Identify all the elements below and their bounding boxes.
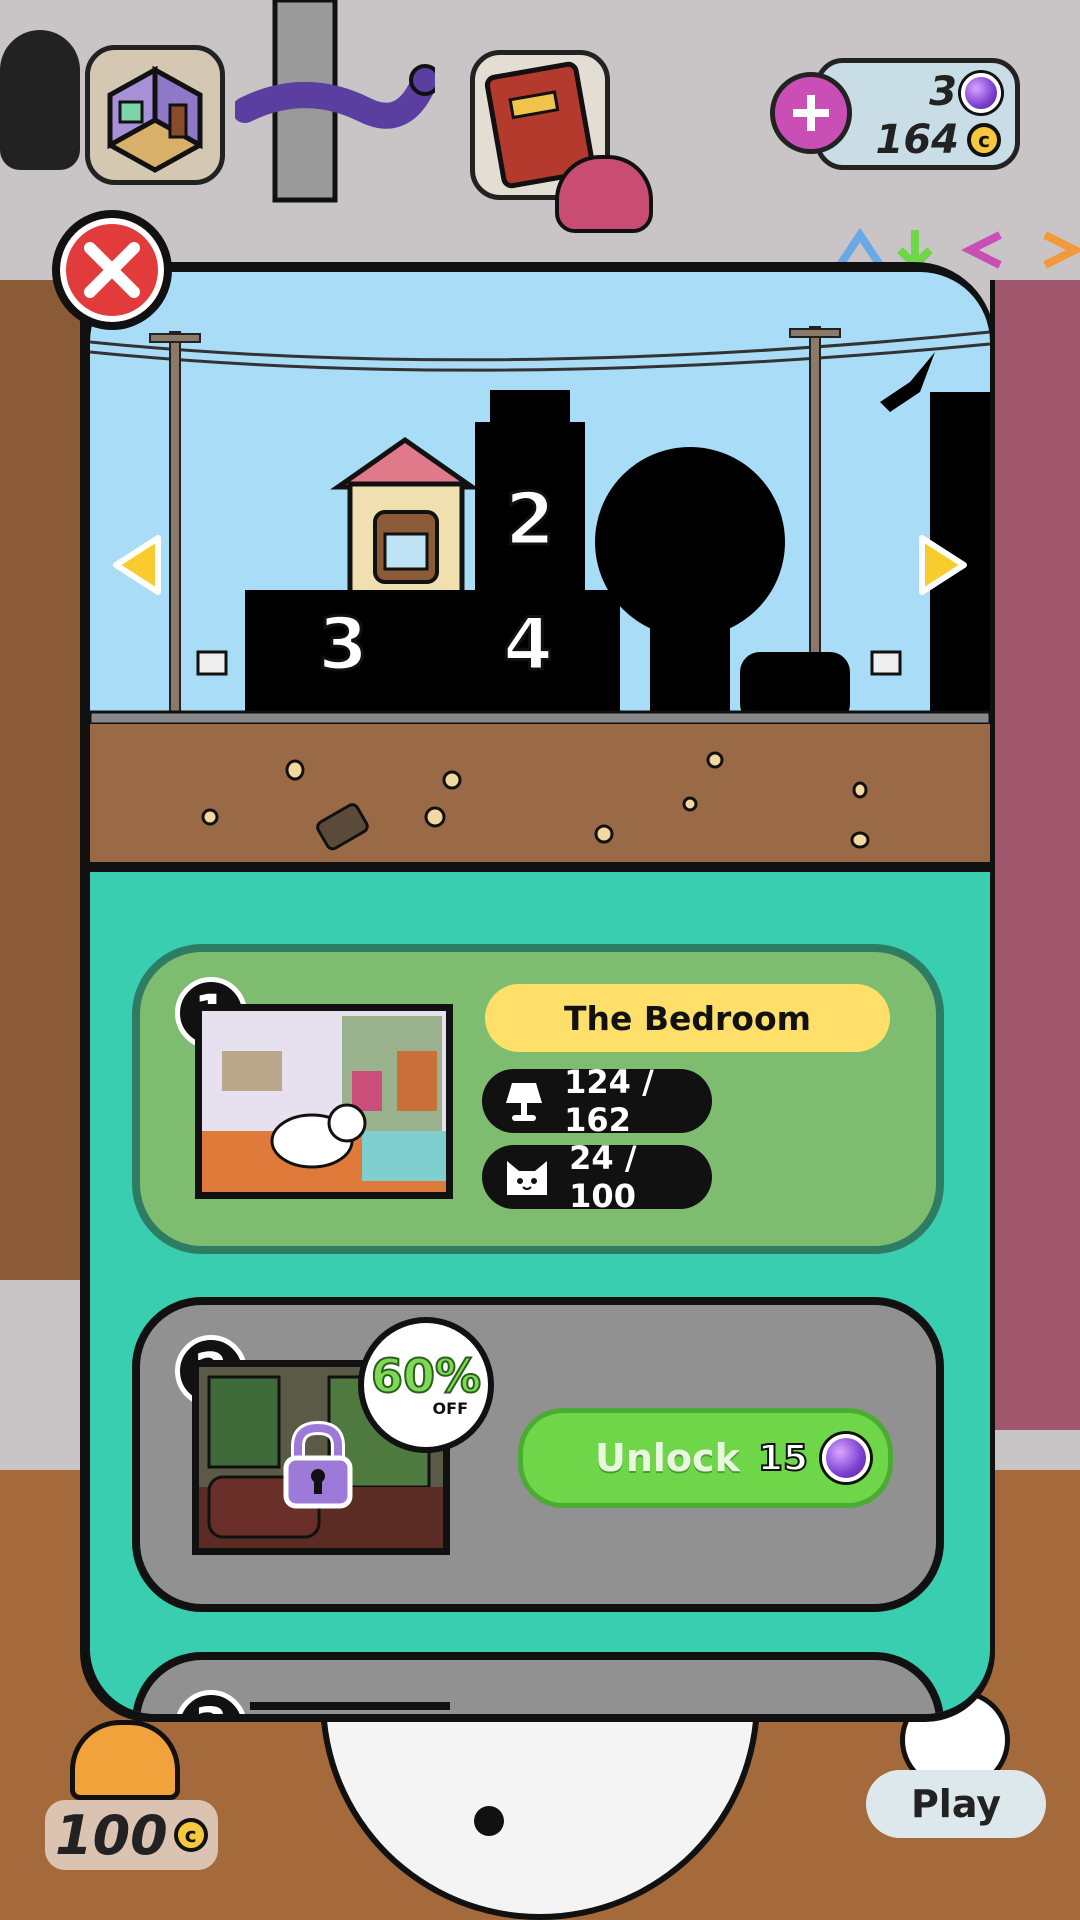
arrow-right-icon: [919, 535, 967, 595]
bowl-dot: [474, 1806, 504, 1836]
room-card-2[interactable]: 2 60% OFF Unlock 15: [132, 1297, 944, 1612]
left-shelf: [0, 280, 85, 1280]
snake-pipe-decoration: [232, 0, 441, 220]
gem-count: 3: [929, 69, 957, 115]
cat-face-icon: [502, 1152, 551, 1202]
building-number-4[interactable]: 4: [501, 601, 554, 688]
furniture-count: 124 / 162: [564, 1063, 654, 1139]
lamp-icon: [502, 1076, 546, 1126]
bell-decoration: [70, 1720, 180, 1800]
bottom-coin-count: 100: [55, 1803, 168, 1867]
unlock-cost: 15: [757, 1437, 809, 1480]
room-number-badge: 3: [175, 1690, 247, 1714]
close-button[interactable]: [52, 210, 172, 330]
neighborhood-scene: 2 3 4: [90, 272, 990, 862]
discount-badge: 60% OFF: [358, 1317, 494, 1453]
black-cat-decoration: [0, 30, 80, 170]
gem-icon: [822, 1434, 870, 1482]
scene-next-button[interactable]: [912, 530, 972, 600]
coin-icon: c: [173, 1818, 208, 1852]
bottom-coin-counter: 100 c: [45, 1800, 218, 1870]
padlock-icon: [280, 1420, 356, 1512]
cats-count: 24 / 100: [569, 1139, 637, 1215]
add-currency-button[interactable]: [770, 72, 852, 154]
room-edit-button[interactable]: [85, 45, 225, 185]
pink-monster-decoration: [555, 155, 653, 233]
gem-icon: [961, 73, 1001, 113]
plus-icon: [793, 95, 829, 131]
room-title: The Bedroom: [485, 984, 890, 1052]
room-box-icon: [107, 65, 203, 173]
neighborhood-illustration: [90, 272, 990, 862]
room-card-3[interactable]: 3: [132, 1652, 944, 1714]
bedroom-preview: [202, 1011, 446, 1192]
room-list: 1 The Bedroom 124 / 162: [90, 872, 990, 1714]
discount-value: 60%: [370, 1348, 482, 1403]
play-button[interactable]: Play: [866, 1770, 1046, 1838]
room-thumbnail-edge: [250, 1702, 450, 1710]
close-icon: [84, 242, 140, 298]
unlock-button[interactable]: Unlock 15: [518, 1408, 893, 1508]
building-number-2[interactable]: 2: [503, 476, 556, 563]
scene-prev-button[interactable]: [108, 530, 168, 600]
right-shelf: [990, 280, 1080, 1430]
cats-progress: 24 / 100: [482, 1139, 712, 1215]
room-thumbnail: [195, 1004, 453, 1199]
coin-count: 164: [875, 117, 960, 163]
discount-label: OFF: [432, 1398, 468, 1418]
furniture-progress: 124 / 162: [482, 1063, 712, 1139]
coin-icon: c: [967, 123, 1001, 157]
unlock-label: Unlock: [595, 1436, 740, 1480]
room-card-bedroom[interactable]: 1 The Bedroom 124 / 162: [132, 944, 944, 1254]
building-number-3[interactable]: 3: [316, 601, 369, 688]
arrow-left-icon: [113, 535, 161, 595]
